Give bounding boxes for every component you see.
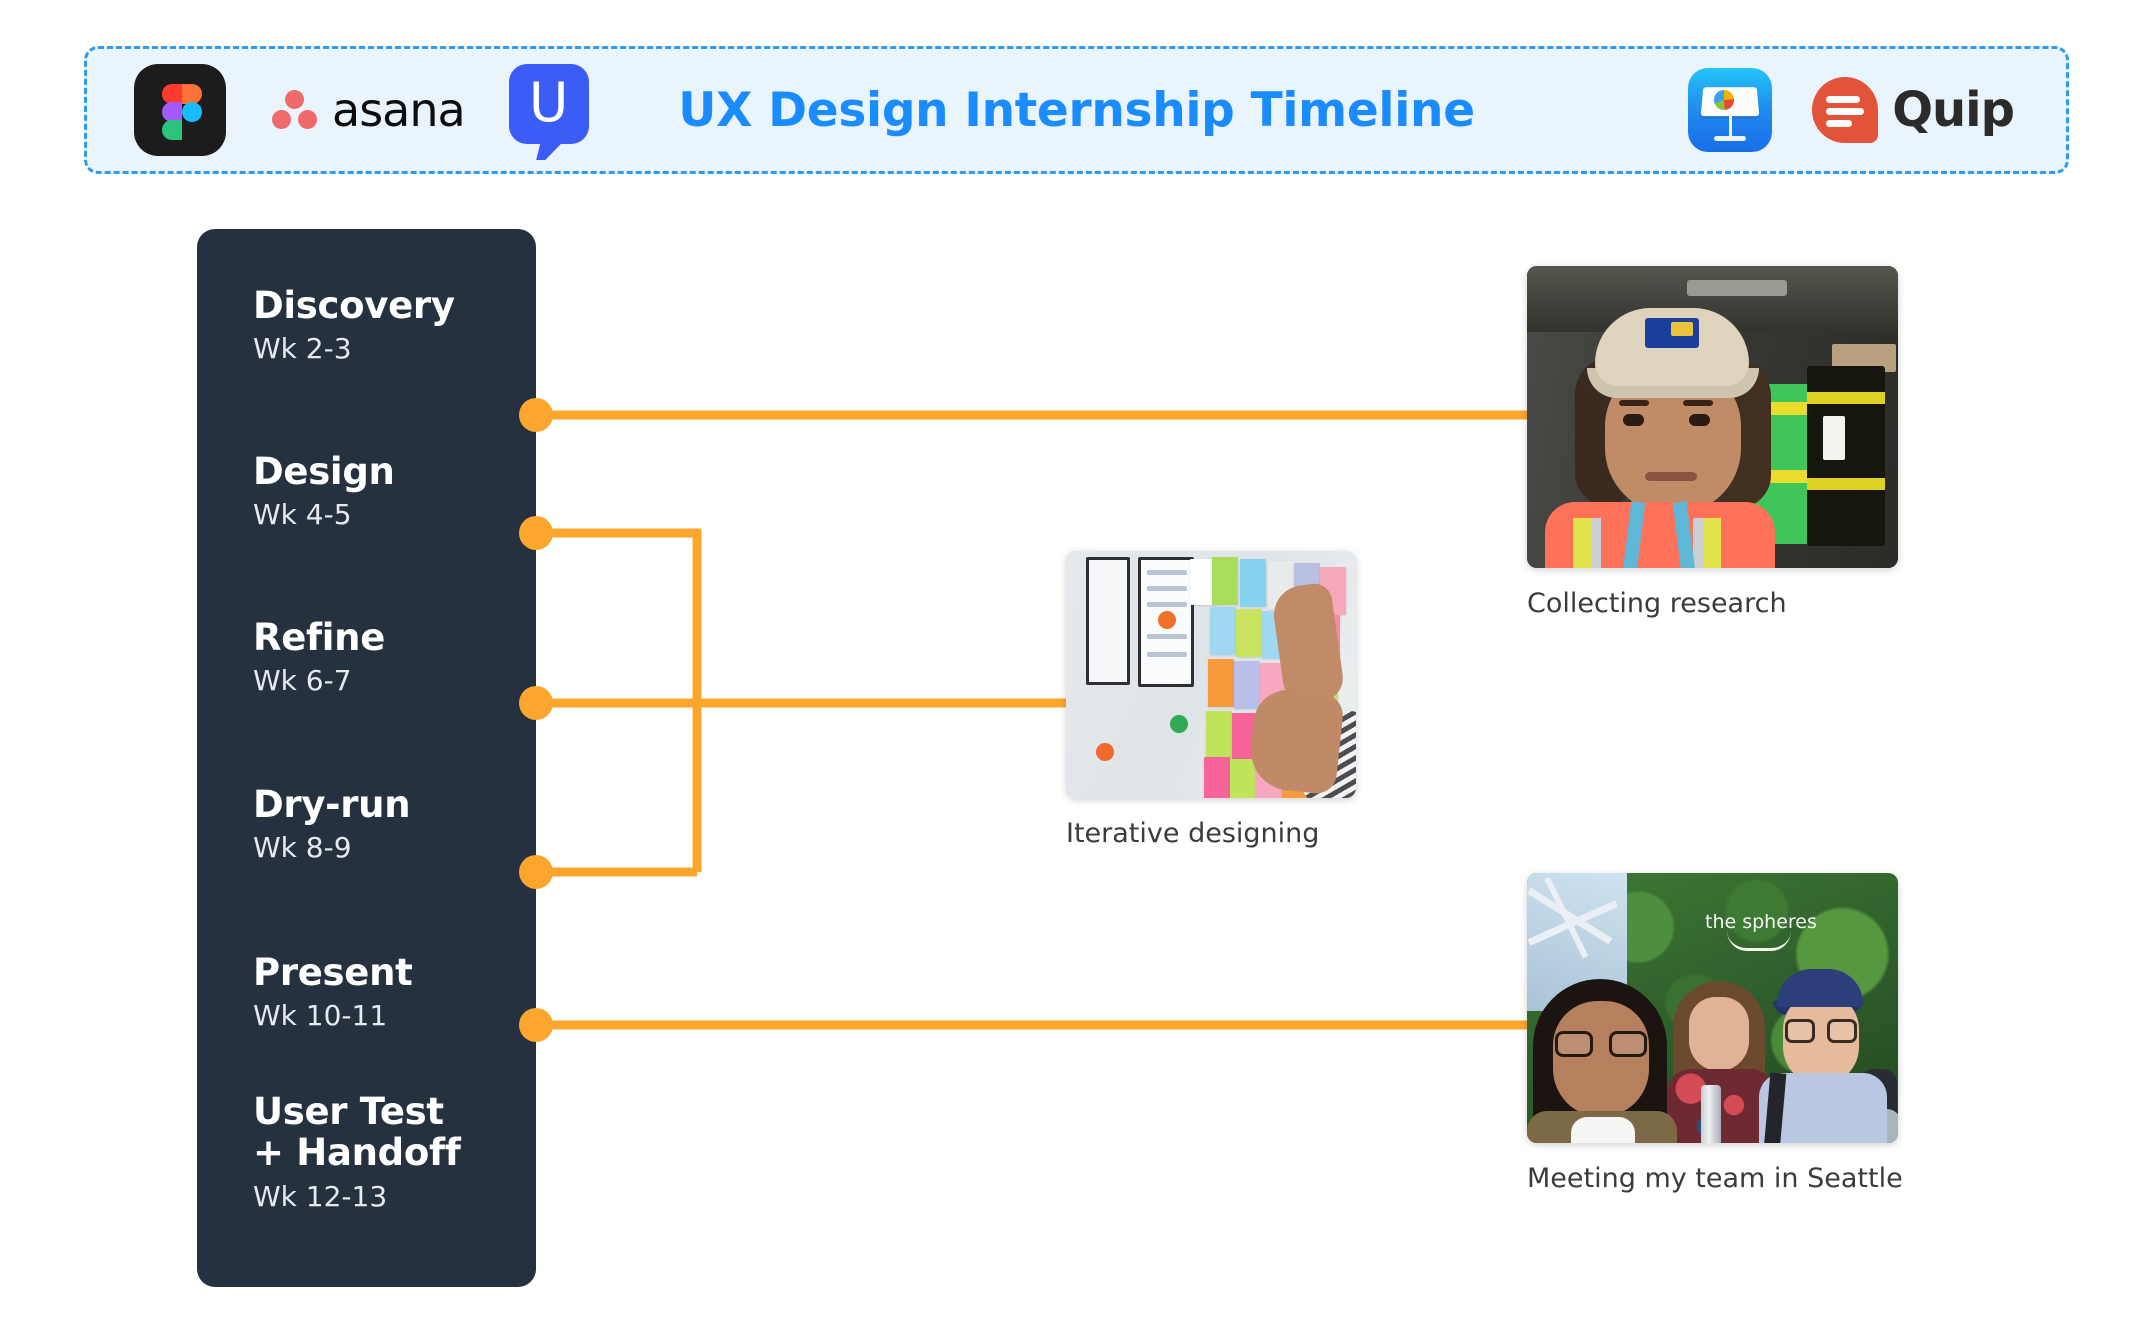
phase-title: Discovery xyxy=(253,284,455,327)
header-logos-right: Quip xyxy=(1688,68,2015,152)
asana-wordmark: asana xyxy=(332,83,466,137)
phase-title: Present xyxy=(253,951,413,994)
timeline-node-design[interactable] xyxy=(519,516,553,550)
phase-item-dryrun: Dry-run Wk 8-9 xyxy=(253,783,411,865)
phase-weeks: Wk 10-11 xyxy=(253,999,388,1033)
timeline-node-discovery[interactable] xyxy=(519,398,553,432)
quip-mark-icon xyxy=(1812,77,1879,143)
figma-logo-icon xyxy=(134,64,226,156)
quip-wordmark: Quip xyxy=(1892,82,2015,138)
phase-title: Refine xyxy=(253,616,385,659)
phase-title: Design xyxy=(253,450,395,493)
photo-meeting-team-seattle: the spheres xyxy=(1527,873,1898,1143)
keynote-logo-icon xyxy=(1688,68,1773,152)
photo-card-collecting-research[interactable]: Collecting research xyxy=(1527,266,1898,619)
asana-logo: asana xyxy=(270,83,466,137)
photo-caption: Collecting research xyxy=(1527,588,1787,619)
phase-title: User Test + Handoff xyxy=(253,1090,461,1175)
usertesting-letter: U xyxy=(528,70,569,134)
photo-caption: Meeting my team in Seattle xyxy=(1527,1163,1903,1194)
phase-title: Dry-run xyxy=(253,783,411,826)
photo-iterative-designing xyxy=(1066,551,1356,798)
header-logos-left: asana U xyxy=(134,64,589,160)
phase-weeks: Wk 4-5 xyxy=(253,498,352,532)
phase-weeks: Wk 8-9 xyxy=(253,831,352,865)
quip-logo: Quip xyxy=(1812,77,2015,143)
photo-caption: Iterative designing xyxy=(1066,818,1320,849)
phase-item-usertest-handoff: User Test + Handoff Wk 12-13 xyxy=(253,1091,461,1213)
phase-item-design: Design Wk 4-5 xyxy=(253,450,395,532)
usertesting-logo-icon: U xyxy=(508,64,589,160)
phase-weeks: Wk 2-3 xyxy=(253,332,352,366)
phase-item-discovery: Discovery Wk 2-3 xyxy=(253,284,455,366)
phase-item-refine: Refine Wk 6-7 xyxy=(253,616,385,698)
phase-weeks: Wk 12-13 xyxy=(253,1179,388,1213)
timeline-infographic: asana U UX Design Internship Timeline Qu… xyxy=(0,0,2151,1331)
phase-item-present: Present Wk 10-11 xyxy=(253,951,413,1033)
connector-design-trunk xyxy=(536,528,702,872)
timeline-node-dryrun[interactable] xyxy=(519,855,553,889)
asana-dots-icon xyxy=(270,88,320,132)
timeline-node-refine[interactable] xyxy=(519,686,553,720)
photo-card-iterative-designing[interactable]: Iterative designing xyxy=(1066,551,1356,849)
timeline-node-present[interactable] xyxy=(519,1008,553,1042)
header-bar: asana U UX Design Internship Timeline Qu… xyxy=(84,46,2069,174)
photo-card-meeting-team-seattle[interactable]: the spheres Meeting my team in Seattle xyxy=(1527,873,1903,1194)
photo-collecting-research xyxy=(1527,266,1898,568)
phase-weeks: Wk 6-7 xyxy=(253,664,352,698)
phase-sidebar: Discovery Wk 2-3 Design Wk 4-5 Refine Wk… xyxy=(197,229,536,1287)
